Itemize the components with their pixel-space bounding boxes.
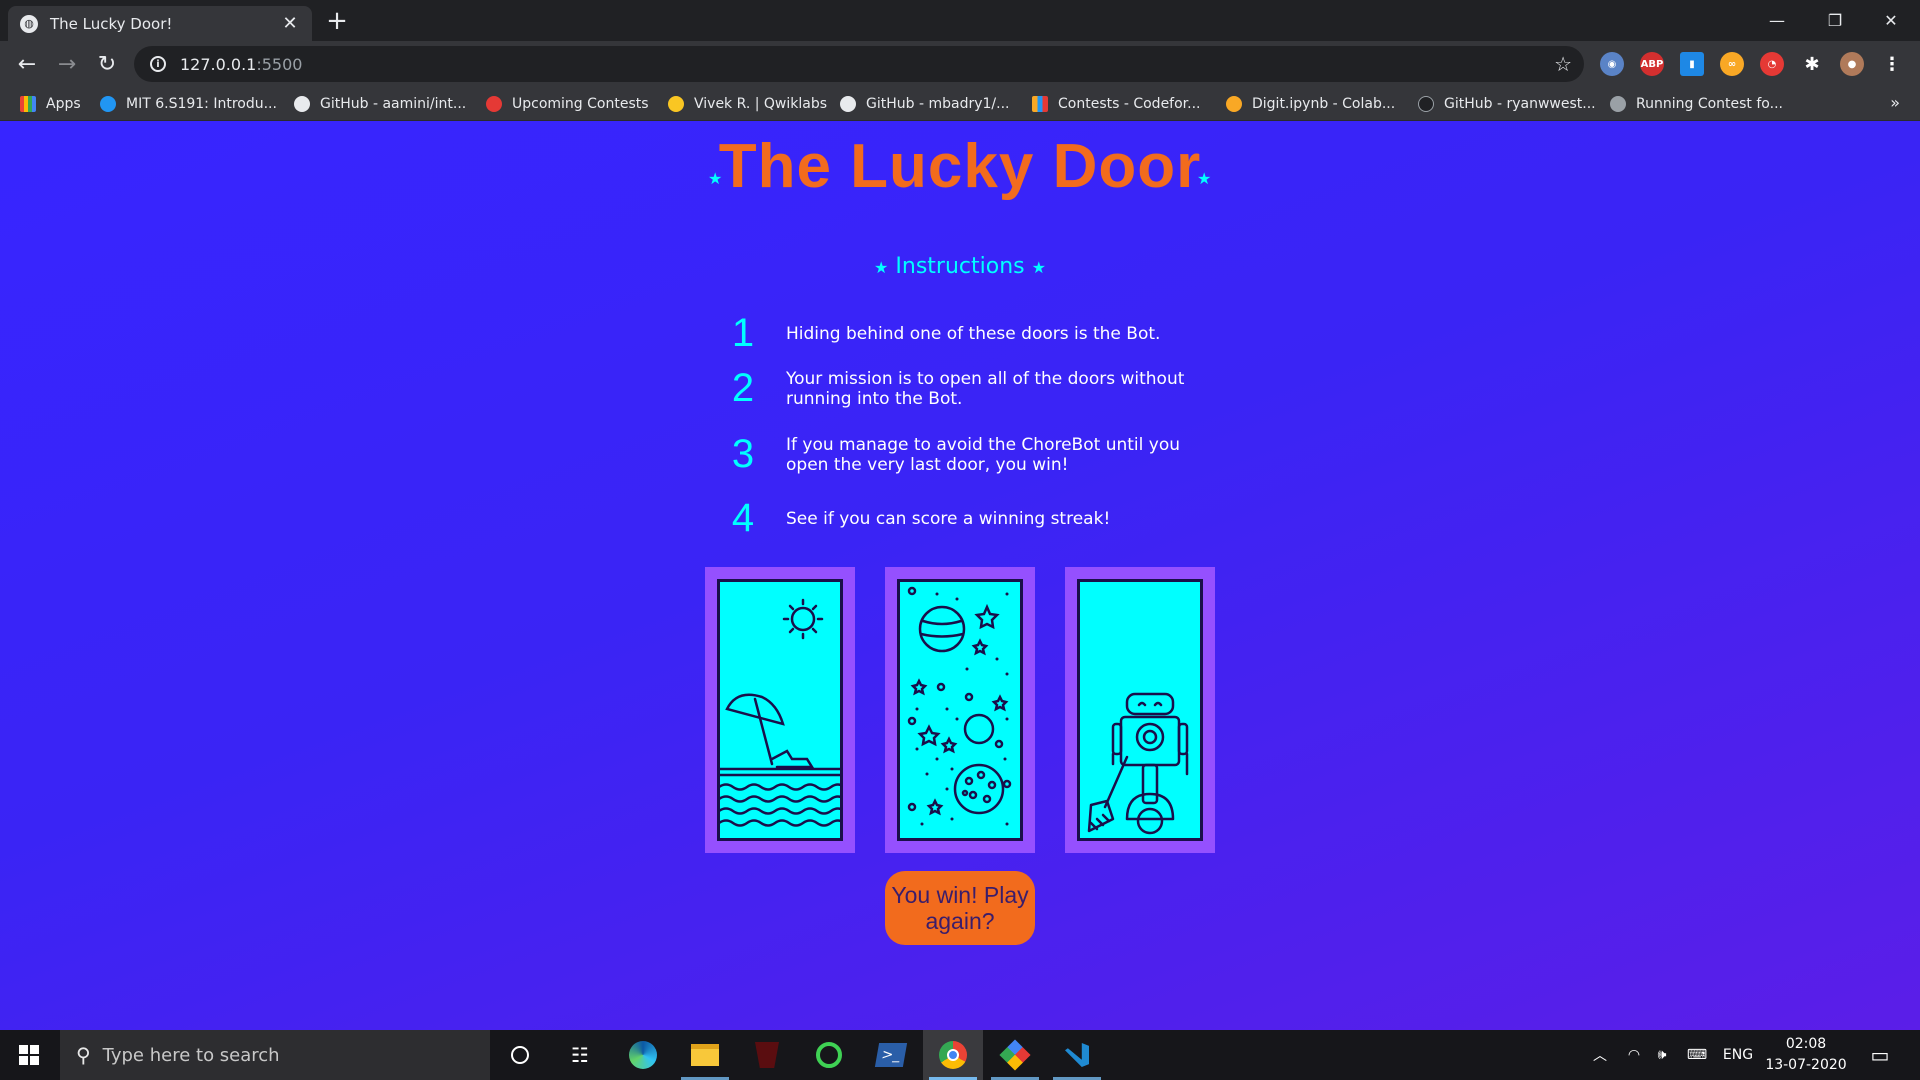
- site-info-icon[interactable]: i: [150, 56, 166, 72]
- task-view-icon[interactable]: ☷: [550, 1030, 610, 1080]
- bookmark-item[interactable]: Digit.ipynb - Colab...: [1226, 93, 1395, 115]
- taskbar-search-box[interactable]: ⚲ Type here to search: [60, 1030, 490, 1080]
- reload-icon[interactable]: ↻: [90, 47, 124, 81]
- powershell-icon[interactable]: >_: [861, 1030, 921, 1080]
- predator-sense-icon[interactable]: [737, 1030, 797, 1080]
- qwiklabs-icon: [668, 96, 684, 112]
- bookmark-item[interactable]: GitHub - aamini/int...: [294, 93, 466, 115]
- globe-icon: ◍: [20, 14, 38, 33]
- door-1[interactable]: [705, 567, 855, 853]
- adblock-icon[interactable]: ABP: [1640, 52, 1664, 76]
- more-bookmarks-icon[interactable]: »: [1890, 93, 1900, 112]
- puzzle-icon[interactable]: ✱: [1800, 52, 1824, 76]
- bookmark-item[interactable]: GitHub - mbadry1/...: [840, 93, 1009, 115]
- menu-icon[interactable]: ⋮: [1880, 52, 1904, 76]
- extension-icon[interactable]: ◉: [1600, 52, 1624, 76]
- extension-icon[interactable]: ◔: [1760, 52, 1784, 76]
- clock-date: 13-07-2020: [1765, 1057, 1847, 1073]
- instructions-heading: ★ Instructions ★: [874, 254, 1046, 279]
- notifications-icon[interactable]: ▭: [1860, 1030, 1900, 1080]
- github-icon: [294, 96, 310, 112]
- extension-icon[interactable]: ▮: [1680, 52, 1704, 76]
- language-indicator[interactable]: ENG: [1718, 1030, 1758, 1080]
- close-tab-icon[interactable]: ✕: [280, 13, 300, 34]
- instruction-row: 2 Your mission is to open all of the doo…: [700, 366, 1260, 411]
- colab-icon: [1226, 96, 1242, 112]
- volume-icon[interactable]: 🕪: [1648, 1030, 1676, 1080]
- space-door-image: [897, 579, 1023, 841]
- instruction-number: 1: [731, 311, 755, 355]
- star-icon: ★: [1197, 169, 1212, 188]
- share-icon: [100, 96, 116, 112]
- chrome-icon[interactable]: [923, 1030, 983, 1080]
- restore-icon[interactable]: ❐: [1806, 0, 1864, 41]
- avatar[interactable]: ●: [1840, 52, 1864, 76]
- instruction-number: 4: [731, 496, 755, 540]
- colab-icon[interactable]: ∞: [1720, 52, 1744, 76]
- instruction-text: Hiding behind one of these doors is the …: [786, 323, 1161, 344]
- bookmark-item[interactable]: Contests - Codefor...: [1032, 93, 1201, 115]
- bookmark-item[interactable]: Vivek R. | Qwiklabs: [668, 93, 827, 115]
- star-icon: ★: [874, 258, 889, 277]
- start-button[interactable]: [0, 1030, 58, 1080]
- instruction-row: 3 If you manage to avoid the ChoreBot un…: [700, 432, 1260, 477]
- instruction-text: See if you can score a winning streak!: [786, 508, 1111, 529]
- bookmark-star-icon[interactable]: ☆: [1554, 52, 1572, 76]
- instruction-row: 1 Hiding behind one of these doors is th…: [700, 311, 1260, 356]
- instruction-text: If you manage to avoid the ChoreBot unti…: [786, 434, 1180, 475]
- door-3[interactable]: [1065, 567, 1215, 853]
- page-title: The Lucky Door: [718, 132, 1202, 201]
- door-2[interactable]: [885, 567, 1035, 853]
- search-icon: ⚲: [76, 1043, 91, 1067]
- beach-door-image: [717, 579, 843, 841]
- bookmarks-bar: Apps MIT 6.S191: Introdu... GitHub - aam…: [0, 87, 1920, 121]
- search-placeholder: Type here to search: [102, 1044, 280, 1066]
- new-tab-button[interactable]: +: [322, 6, 352, 36]
- back-icon[interactable]: ←: [10, 47, 44, 81]
- browser-toolbar: ← → ↻ i 127.0.0.1:5500 ☆ ◉ ABP ▮ ∞ ◔ ✱ ●…: [0, 41, 1920, 87]
- edge-icon[interactable]: [613, 1030, 673, 1080]
- star-icon: ★: [1031, 258, 1046, 277]
- contest-icon: [1610, 96, 1626, 112]
- address-bar[interactable]: i 127.0.0.1:5500 ☆: [134, 46, 1584, 82]
- show-hidden-icons[interactable]: ︿: [1588, 1030, 1612, 1080]
- apps-grid-icon: [20, 96, 36, 112]
- page-content: ★ The Lucky Door ★ ★ Instructions ★ 1 Hi…: [0, 121, 1920, 1030]
- windows-logo-icon: [19, 1045, 39, 1065]
- play-again-button[interactable]: You win! Play again?: [885, 871, 1035, 945]
- bookmark-apps[interactable]: Apps: [20, 93, 81, 115]
- clock-time: 02:08: [1785, 1036, 1827, 1052]
- browser-tab[interactable]: ◍ The Lucky Door! ✕: [8, 6, 312, 41]
- git-kraken-icon[interactable]: [985, 1030, 1045, 1080]
- bookmark-item[interactable]: GitHub - ryanwwest...: [1418, 93, 1596, 115]
- github-icon: [1418, 96, 1434, 112]
- bookmark-item[interactable]: Upcoming Contests: [486, 93, 649, 115]
- chorebot-door-image: [1077, 579, 1203, 841]
- instruction-number: 2: [731, 366, 755, 410]
- keyboard-icon[interactable]: ⌨: [1680, 1030, 1714, 1080]
- windows-taskbar: ⚲ Type here to search ☷ >_ ︿ ◠ 🕪 ⌨ ENG 0…: [0, 1030, 1920, 1080]
- tab-title: The Lucky Door!: [50, 14, 173, 33]
- app-ring-icon[interactable]: [799, 1030, 859, 1080]
- url-port: :5500: [256, 54, 303, 74]
- github-icon: [840, 96, 856, 112]
- vscode-icon[interactable]: [1047, 1030, 1107, 1080]
- bookmark-item[interactable]: Running Contest fo...: [1610, 93, 1783, 115]
- file-explorer-icon[interactable]: [675, 1030, 735, 1080]
- cortana-icon[interactable]: [490, 1030, 550, 1080]
- instruction-text: Your mission is to open all of the doors…: [786, 368, 1185, 409]
- url-host: 127.0.0.1: [180, 54, 257, 74]
- bookmark-item[interactable]: MIT 6.S191: Introdu...: [100, 93, 277, 115]
- tab-strip: ◍ The Lucky Door! ✕ + — ❐ ✕: [0, 0, 1920, 41]
- taskbar-clock[interactable]: 02:08 13-07-2020: [1756, 1034, 1856, 1076]
- forward-icon[interactable]: →: [50, 47, 84, 81]
- instruction-number: 3: [731, 432, 755, 476]
- minimize-icon[interactable]: —: [1748, 0, 1806, 41]
- wifi-icon[interactable]: ◠: [1620, 1030, 1648, 1080]
- close-window-icon[interactable]: ✕: [1862, 0, 1920, 41]
- instruction-row: 4 See if you can score a winning streak!: [700, 496, 1260, 541]
- contest-icon: [486, 96, 502, 112]
- codeforces-icon: [1032, 96, 1048, 112]
